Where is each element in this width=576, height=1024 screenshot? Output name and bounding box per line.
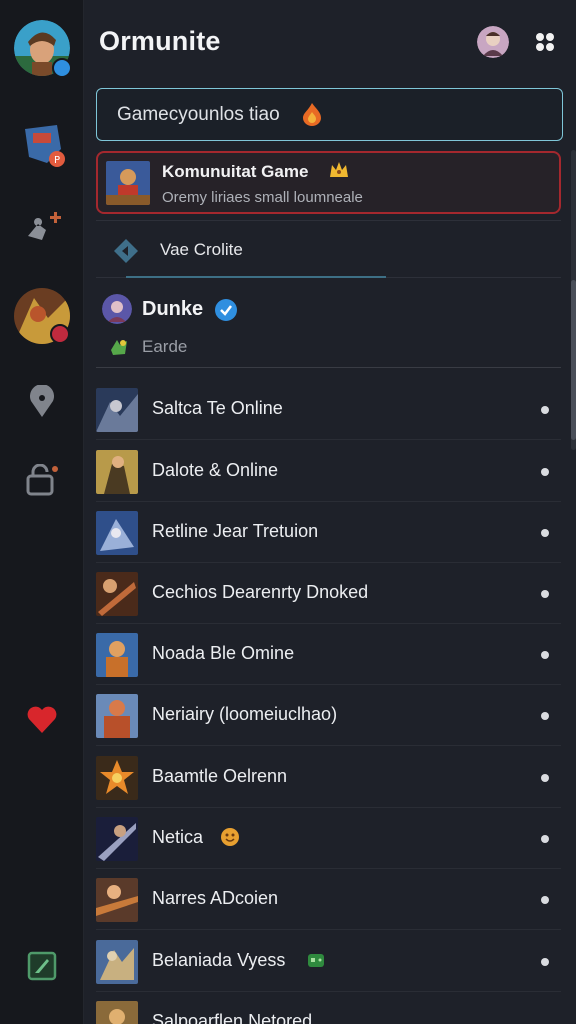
profile-name: Dunke [142,298,204,320]
lock-icon [26,464,58,496]
list-item-thumbnail [96,388,138,432]
list-item-label: Neriairy (loomeiuclhao) [152,704,338,724]
status-dot [541,896,549,904]
rail-location[interactable] [14,374,70,430]
game-controller-emoji-icon [308,954,324,967]
web-link-label: Vae Crolite [160,240,243,259]
list-item-label: Salpoarflen Netored [152,1011,313,1024]
rail-user-avatar[interactable] [14,20,72,78]
status-dot [541,406,549,414]
list-item[interactable]: Dalotе & Online [96,442,561,502]
list-item-label: Dalotе & Online [152,460,279,480]
list-item-label: Narres ADcoien [152,888,279,908]
app-title: Ormunite [99,26,221,56]
rail-lock[interactable] [14,452,70,508]
list-item-label: Netica [152,827,204,847]
robot-server-icon: P [25,125,65,167]
profile-avatar [102,294,132,324]
list-item[interactable]: Cechios Dearenrty Dnoked [96,564,561,624]
list-item[interactable]: Netica [96,809,561,869]
search-input-value: Gamecyounlos tiao [117,103,280,125]
location-pin-icon [30,385,54,417]
featured-game-title: Komunuitat Game [162,162,309,181]
scrollbar[interactable] [571,150,576,450]
status-dot [541,651,549,659]
status-dot [541,774,549,782]
header-avatar[interactable] [477,26,509,58]
notification-badge-icon [50,324,70,344]
rail-favorites[interactable] [14,692,70,748]
list-item[interactable]: Narres ADcoien [96,870,561,930]
profile-status: Earde [142,337,188,356]
list-item-thumbnail [96,450,138,494]
svg-text:P: P [54,155,60,166]
verified-badge-icon [52,58,72,78]
list-item[interactable]: Baamtle Oelrenn [96,748,561,808]
verified-check-icon [215,299,237,321]
list-item-thumbnail [96,940,138,984]
list-item[interactable]: Belaniada Vyess [96,932,561,992]
scrollbar-thumb[interactable] [571,280,576,440]
active-indicator [126,276,386,278]
list-item-thumbnail [96,572,138,616]
header: Ormunite [85,0,576,84]
list-item-thumbnail [96,878,138,922]
list-item-thumbnail [96,633,138,677]
web-link-row[interactable]: Vae Crolite [96,220,561,278]
list-item-label: Belaniada Vyess [152,950,286,970]
list-item[interactable]: Neriairy (loomeiuclhao) [96,686,561,746]
status-dot [541,958,549,966]
list-item-thumbnail [96,694,138,738]
profile-card[interactable]: Dunke Earde [96,280,561,368]
featured-game-card[interactable]: Komunuitat Game Oremy liriaes small loum… [96,151,561,214]
game-status-icon [111,340,127,355]
search-input[interactable]: Gamecyounlos tiao [96,88,563,141]
list-item-label: Cechios Dearenrty Dnoked [152,582,369,602]
flame-icon [303,103,321,126]
smiley-emoji-icon [221,828,239,846]
list-item[interactable]: Salpoarflen Netored [96,993,561,1024]
rail-add-server[interactable] [14,938,70,994]
list-item-label: Retline Jear Tretuion [152,521,319,541]
list-item-label: Saltca Te Online [152,398,283,418]
list-item[interactable]: Retline Jear Tretuion [96,503,561,563]
rail-server-3[interactable] [14,288,70,344]
list-item-thumbnail [96,817,138,861]
list-item-thumbnail [96,756,138,800]
close-icon[interactable] [533,30,557,54]
status-dot [541,590,549,598]
status-dot [541,712,549,720]
crown-emoji-icon [330,162,348,177]
list-item[interactable]: Saltca Te Online [96,380,561,440]
link-diamond-icon [114,239,138,263]
list-item-label: Noada Ble Omine [152,643,295,663]
status-dot [541,835,549,843]
rail-server-2[interactable] [14,198,70,254]
list-item-label: Baamtle Oelrenn [152,766,288,786]
status-dot [541,468,549,476]
featured-game-thumbnail [106,161,150,205]
status-dot [541,529,549,537]
server-rail: P [0,0,84,1024]
rail-server-1[interactable]: P [14,116,70,172]
main-panel: Ormunite Gamecyounlos tiao Komunuitat Ga… [85,0,576,1024]
square-logo-icon [27,951,57,981]
heart-icon [27,706,57,733]
list-item[interactable]: Noada Ble Omine [96,625,561,685]
runner-icon [28,212,61,240]
list-item-thumbnail [96,511,138,555]
list-item-thumbnail [96,1001,138,1024]
featured-game-subtitle: Oremy liriaes small loumneale [162,189,363,206]
